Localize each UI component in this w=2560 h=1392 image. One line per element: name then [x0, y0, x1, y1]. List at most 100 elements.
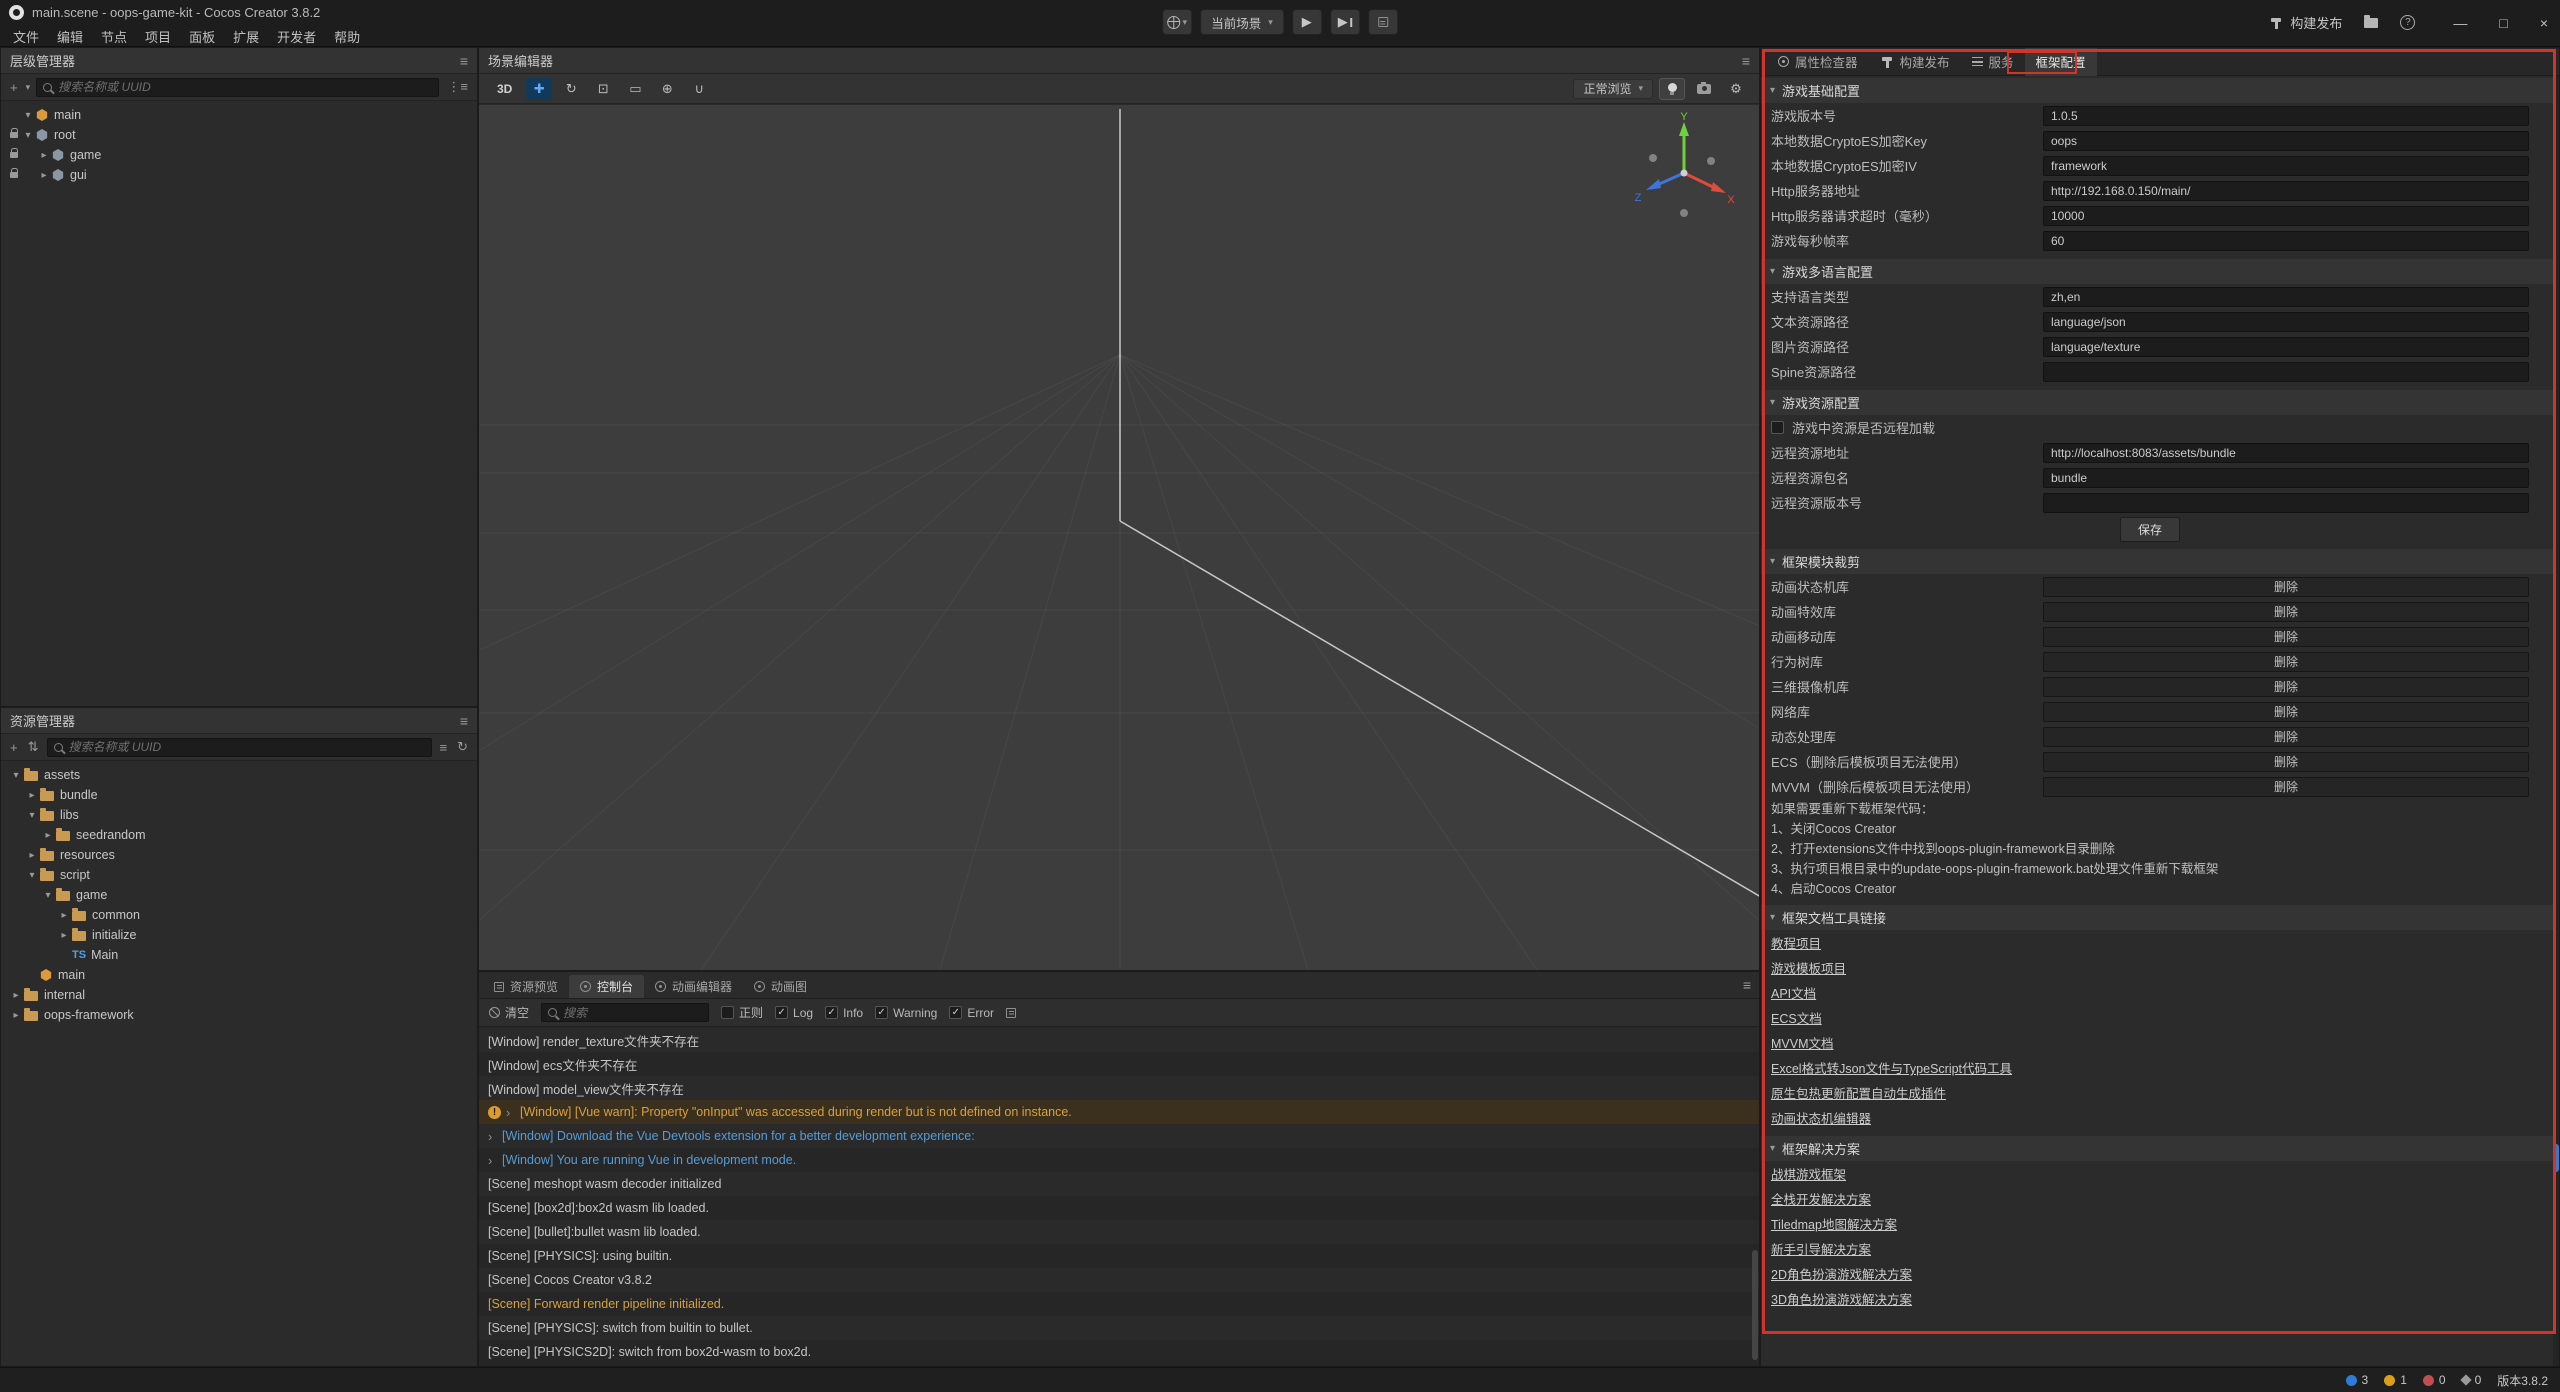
- create-node-button[interactable]: +: [8, 80, 20, 95]
- mode-3d-toggle[interactable]: 3D: [489, 82, 520, 96]
- menu-project[interactable]: 项目: [136, 25, 180, 48]
- filter-log[interactable]: ✓Log: [775, 1006, 813, 1020]
- section-header-language[interactable]: ▾游戏多语言配置: [1761, 259, 2553, 284]
- chevron-right-icon[interactable]: ›: [488, 1129, 497, 1144]
- hierarchy-node-game[interactable]: ▸game: [1, 145, 477, 165]
- filter-warning[interactable]: ✓Warning: [875, 1006, 937, 1020]
- console-clear-button[interactable]: 清空: [489, 1004, 529, 1021]
- lighting-toggle-button[interactable]: [1659, 78, 1685, 100]
- section-header-resources[interactable]: ▾游戏资源配置: [1761, 390, 2553, 415]
- doc-link[interactable]: 战棋游戏框架: [1771, 1164, 1846, 1183]
- layout-button[interactable]: [1368, 9, 1398, 35]
- asset-node-oops-framework[interactable]: ▸oops-framework: [1, 1005, 477, 1025]
- play-button[interactable]: ▶: [1292, 9, 1322, 35]
- menu-extension[interactable]: 扩展: [224, 25, 268, 48]
- node-counter[interactable]: 0: [2462, 1373, 2482, 1387]
- section-header-solutions[interactable]: ▾框架解决方案: [1761, 1136, 2553, 1161]
- pivot-tool-button[interactable]: ∪: [686, 78, 712, 100]
- help-icon[interactable]: ?: [2400, 15, 2415, 30]
- doc-link[interactable]: 全栈开发解决方案: [1771, 1189, 1871, 1208]
- log-counter[interactable]: 3: [2346, 1373, 2369, 1387]
- tab-framework[interactable]: 框架配置: [2025, 48, 2097, 76]
- inspector-scrollbar-thumb[interactable]: [2553, 1144, 2559, 1172]
- asset-node-script[interactable]: ▾script: [1, 865, 477, 885]
- chevron-down-icon[interactable]: ▾: [9, 770, 23, 781]
- hierarchy-menu-icon[interactable]: ≡: [460, 53, 468, 69]
- menu-edit[interactable]: 编辑: [48, 25, 92, 48]
- field-input-language-1[interactable]: [2043, 312, 2529, 332]
- asset-node-Main[interactable]: TSMain: [1, 945, 477, 965]
- field-input-resources-2[interactable]: [2043, 468, 2529, 488]
- asset-node-main[interactable]: main: [1, 965, 477, 985]
- doc-link[interactable]: Tiledmap地图解决方案: [1771, 1214, 1897, 1233]
- tab-inspector[interactable]: 属性检查器: [1767, 48, 1869, 76]
- asset-node-internal[interactable]: ▸internal: [1, 985, 477, 1005]
- chevron-down-icon[interactable]: ▾: [25, 810, 39, 821]
- regex-toggle[interactable]: 正则: [721, 1004, 763, 1021]
- tab-animation-graph[interactable]: 动画图: [743, 975, 818, 998]
- menu-panel[interactable]: 面板: [180, 25, 224, 48]
- scene-settings-button[interactable]: ⚙: [1723, 78, 1749, 100]
- delete-button[interactable]: 删除: [2043, 602, 2529, 622]
- delete-button[interactable]: 删除: [2043, 777, 2529, 797]
- console-scrollbar-thumb[interactable]: [1752, 1250, 1758, 1360]
- field-input-language-3[interactable]: [2043, 362, 2529, 382]
- delete-button[interactable]: 删除: [2043, 677, 2529, 697]
- chevron-right-icon[interactable]: ▸: [57, 930, 71, 941]
- checkbox-icon[interactable]: [721, 1006, 734, 1019]
- delete-button[interactable]: 删除: [2043, 627, 2529, 647]
- scene-menu-icon[interactable]: ≡: [1742, 53, 1750, 69]
- hierarchy-sort-icon[interactable]: ⋮≡: [445, 79, 470, 95]
- section-header-docs[interactable]: ▾框架文档工具链接: [1761, 905, 2553, 930]
- asset-node-bundle[interactable]: ▸bundle: [1, 785, 477, 805]
- doc-link[interactable]: ECS文档: [1771, 1008, 1822, 1027]
- filter-info[interactable]: ✓Info: [825, 1006, 863, 1020]
- chevron-right-icon[interactable]: ▸: [9, 990, 23, 1001]
- menu-help[interactable]: 帮助: [325, 25, 369, 48]
- minimize-button[interactable]: —: [2453, 15, 2467, 31]
- chevron-down-icon[interactable]: ▾: [25, 870, 39, 881]
- hierarchy-node-main[interactable]: ▾main: [1, 105, 477, 125]
- open-project-folder-icon[interactable]: [2364, 18, 2378, 28]
- asset-node-game[interactable]: ▾game: [1, 885, 477, 905]
- chevron-down-icon[interactable]: ▾: [21, 110, 35, 121]
- preview-target-button[interactable]: ▾: [1162, 9, 1192, 35]
- doc-link[interactable]: 3D角色扮演游戏解决方案: [1771, 1289, 1912, 1308]
- chevron-right-icon[interactable]: ▸: [37, 150, 51, 161]
- chevron-right-icon[interactable]: ▸: [9, 1010, 23, 1021]
- chevron-right-icon[interactable]: ›: [506, 1105, 515, 1120]
- field-input-basic-2[interactable]: [2043, 156, 2529, 176]
- asset-node-initialize[interactable]: ▸initialize: [1, 925, 477, 945]
- remote-load-checkbox[interactable]: [1771, 421, 1784, 434]
- doc-link[interactable]: 动画状态机编辑器: [1771, 1108, 1871, 1127]
- section-header-modules[interactable]: ▾框架模块裁剪: [1761, 549, 2553, 574]
- chevron-right-icon[interactable]: ▸: [41, 830, 55, 841]
- assets-menu-icon[interactable]: ≡: [460, 713, 468, 729]
- scene-select[interactable]: 当前场景 ▾: [1200, 9, 1284, 35]
- console-menu-icon[interactable]: ≡: [1743, 977, 1751, 993]
- save-button[interactable]: 保存: [2120, 517, 2180, 542]
- filter-error[interactable]: ✓Error: [949, 1006, 994, 1020]
- delete-button[interactable]: 删除: [2043, 652, 2529, 672]
- field-input-basic-0[interactable]: [2043, 106, 2529, 126]
- create-asset-button[interactable]: +: [8, 740, 20, 755]
- step-button[interactable]: ▶: [1330, 9, 1360, 35]
- orientation-gizmo[interactable]: Y X Z: [1629, 111, 1739, 221]
- doc-link[interactable]: API文档: [1771, 983, 1816, 1002]
- build-publish-button[interactable]: 构建发布: [2269, 13, 2342, 32]
- field-input-language-0[interactable]: [2043, 287, 2529, 307]
- chevron-right-icon[interactable]: ▸: [25, 850, 39, 861]
- checkbox-icon[interactable]: ✓: [825, 1006, 838, 1019]
- tab-animation-editor[interactable]: 动画编辑器: [644, 975, 743, 998]
- menu-node[interactable]: 节点: [92, 25, 136, 48]
- move-tool-button[interactable]: ✚: [526, 78, 552, 100]
- scale-tool-button[interactable]: ⊡: [590, 78, 616, 100]
- view-mode-select[interactable]: 正常浏览 ▾: [1573, 79, 1653, 99]
- tab-asset-preview[interactable]: 资源预览: [483, 975, 569, 998]
- maximize-button[interactable]: □: [2499, 15, 2507, 31]
- delete-button[interactable]: 删除: [2043, 727, 2529, 747]
- chevron-down-icon[interactable]: ▾: [21, 130, 35, 141]
- field-input-language-2[interactable]: [2043, 337, 2529, 357]
- rect-tool-button[interactable]: ▭: [622, 78, 648, 100]
- field-input-basic-5[interactable]: [2043, 231, 2529, 251]
